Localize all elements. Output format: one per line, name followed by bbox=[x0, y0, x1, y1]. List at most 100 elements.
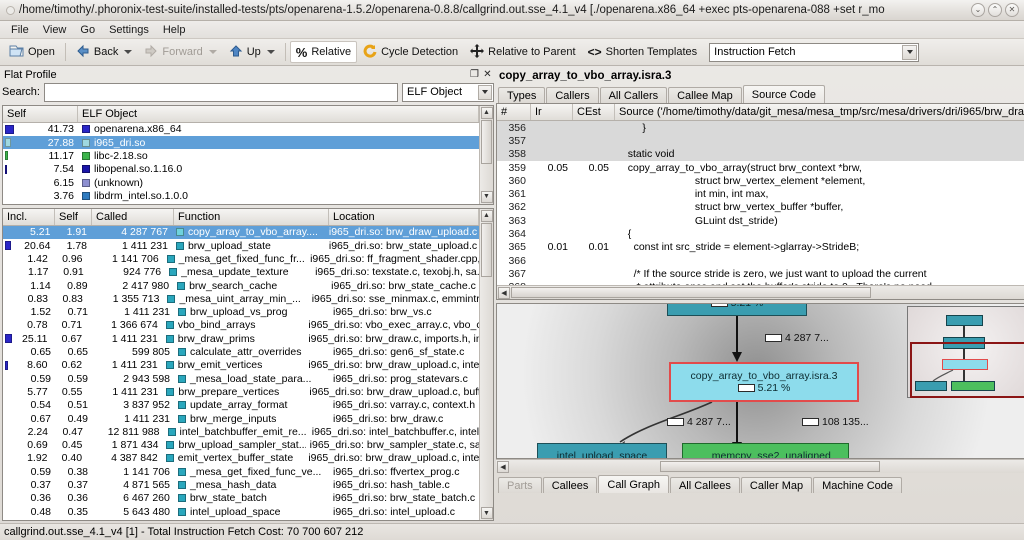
cycle-detection-toggle[interactable]: Cycle Detection bbox=[357, 41, 464, 63]
tab-callers[interactable]: Callers bbox=[546, 87, 599, 103]
function-row[interactable]: 0.83 0.83 1 355 713 _mesa_uint_array_min_..… bbox=[3, 292, 479, 305]
undock-icon[interactable]: ❐ bbox=[468, 69, 481, 80]
column-cest[interactable]: CEst bbox=[573, 104, 615, 120]
hscroll-thumb[interactable] bbox=[511, 287, 871, 298]
scroll-down-icon[interactable]: ▼ bbox=[480, 507, 493, 519]
elf-object-row[interactable]: 27.88 i965_dri.so bbox=[3, 136, 479, 150]
relative-to-parent-toggle[interactable]: Relative to Parent bbox=[464, 41, 581, 63]
source-line[interactable]: 362 struct brw_vertex_buffer *buffer, bbox=[497, 201, 1024, 214]
open-button[interactable]: Open bbox=[3, 41, 61, 63]
source-line[interactable]: 360 struct brw_vertex_element *element, bbox=[497, 174, 1024, 187]
source-line[interactable]: 357 bbox=[497, 134, 1024, 148]
elf-object-row[interactable]: 7.54 libopenal.so.1.16.0 bbox=[3, 163, 479, 176]
column-location[interactable]: Location bbox=[329, 208, 479, 225]
column-function[interactable]: Function bbox=[174, 208, 329, 225]
elf-object-row[interactable]: 0.84 libpthread-2.18.so bbox=[3, 203, 479, 204]
function-table-scrollbar[interactable]: ▲ ▼ bbox=[479, 208, 493, 520]
column-ir[interactable]: Ir bbox=[531, 104, 573, 120]
tab-machine-code[interactable]: Machine Code bbox=[813, 477, 903, 493]
function-row[interactable]: 0.59 0.38 1 141 706 _mesa_get_fixed_func_ve… bbox=[3, 465, 479, 478]
tab-types[interactable]: Types bbox=[498, 87, 546, 103]
source-line[interactable]: 367 /* If the source stride is zero, we … bbox=[497, 267, 1024, 280]
function-row[interactable]: 0.59 0.59 2 943 598 _mesa_load_state_para..… bbox=[3, 372, 479, 385]
graph-node-intel-upload-space[interactable]: intel_upload_space 0.36 % bbox=[537, 443, 667, 458]
scroll-thumb[interactable] bbox=[481, 119, 492, 164]
call-graph-hscrollbar[interactable]: ◀ ▶ bbox=[496, 459, 1024, 473]
tab-all-callers[interactable]: All Callers bbox=[599, 87, 668, 103]
back-dropdown-icon[interactable] bbox=[124, 50, 133, 54]
relative-toggle[interactable]: % Relative bbox=[289, 41, 358, 63]
function-row[interactable]: 0.36 0.36 6 467 260 brw_state_batch i965_dri… bbox=[3, 492, 479, 505]
column-self[interactable]: Self bbox=[3, 105, 78, 122]
source-line[interactable]: 356 } bbox=[497, 121, 1024, 135]
function-row[interactable]: 2.24 0.47 12 811 988 intel_batchbuffer_emit… bbox=[3, 425, 479, 438]
shorten-templates-toggle[interactable]: <> Shorten Templates bbox=[582, 41, 704, 63]
function-row[interactable]: 0.78 0.71 1 366 674 vbo_bind_arrays i965_dri… bbox=[3, 319, 479, 332]
elf-object-row[interactable]: 3.76 libdrm_intel.so.1.0.0 bbox=[3, 189, 479, 202]
tab-callees[interactable]: Callees bbox=[542, 477, 598, 493]
function-row[interactable]: 5.190.341 477 391 _mesa_update_state_loc.… bbox=[3, 518, 479, 520]
source-line[interactable]: 358 static void bbox=[497, 147, 1024, 161]
menu-go[interactable]: Go bbox=[73, 23, 102, 37]
scroll-left-icon[interactable]: ◀ bbox=[498, 286, 510, 299]
function-row[interactable]: 25.11 0.67 1 411 231 brw_draw_prims i965_dri… bbox=[3, 332, 479, 345]
source-line[interactable]: 364 { bbox=[497, 227, 1024, 240]
column-elf-object[interactable]: ELF Object bbox=[78, 105, 479, 122]
column-source[interactable]: Source ('/home/timothy/data/git_mesa/mes… bbox=[615, 104, 1024, 120]
column-incl[interactable]: Incl. bbox=[3, 208, 55, 225]
source-hscrollbar[interactable]: ◀ ▶ bbox=[497, 285, 1024, 299]
elf-object-row[interactable]: 41.73 openarena.x86_64 bbox=[3, 123, 479, 136]
source-line[interactable]: 359 0.05 0.05 copy_array_to_vbo_array(stru… bbox=[497, 161, 1024, 174]
back-button[interactable]: Back bbox=[70, 41, 138, 63]
function-row[interactable]: 0.67 0.49 1 411 231 brw_merge_inputs i965_dr… bbox=[3, 412, 479, 425]
up-dropdown-icon[interactable] bbox=[266, 50, 275, 54]
column-line-number[interactable]: # bbox=[497, 104, 531, 120]
event-type-combobox[interactable]: Instruction Fetch bbox=[709, 42, 920, 62]
grouping-combobox[interactable]: ELF Object bbox=[402, 82, 494, 102]
function-row[interactable]: 0.65 0.65 599 805 calculate_attr_overrides i… bbox=[3, 345, 479, 358]
source-line[interactable]: 368 * attribute once and set the buffer'… bbox=[497, 281, 1024, 285]
menu-help[interactable]: Help bbox=[156, 23, 193, 37]
tab-caller-map[interactable]: Caller Map bbox=[740, 477, 813, 493]
elf-object-scrollbar[interactable]: ▲ ▼ bbox=[479, 105, 493, 204]
function-row[interactable]: 1.42 0.96 1 141 706 _mesa_get_fixed_func_fr… bbox=[3, 252, 479, 265]
up-button[interactable]: Up bbox=[223, 41, 281, 63]
call-graph-minimap[interactable] bbox=[906, 306, 1024, 398]
function-row[interactable]: 5.77 0.55 1 411 231 brw_prepare_vertices i96… bbox=[3, 385, 479, 398]
minimize-button[interactable]: ⌄ bbox=[971, 3, 985, 17]
column-self[interactable]: Self bbox=[55, 208, 92, 225]
scroll-up-icon[interactable]: ▲ bbox=[480, 209, 493, 222]
close-panel-icon[interactable]: ✕ bbox=[481, 69, 494, 80]
function-row[interactable]: 1.17 0.91 924 776 _mesa_update_texture i965_… bbox=[3, 266, 479, 279]
grouping-dropdown-arrow[interactable] bbox=[478, 84, 492, 100]
menu-file[interactable]: File bbox=[4, 23, 36, 37]
function-row[interactable]: 5.21 1.91 4 287 767 copy_array_to_vbo_array… bbox=[3, 225, 479, 240]
source-line[interactable]: 365 0.01 0.01 const int src_stride = eleme… bbox=[497, 241, 1024, 254]
elf-object-row[interactable]: 6.15 (unknown) bbox=[3, 176, 479, 189]
function-row[interactable]: 1.52 0.71 1 411 231 brw_upload_vs_prog i965_… bbox=[3, 306, 479, 319]
scroll-thumb[interactable] bbox=[481, 222, 492, 277]
function-row[interactable]: 0.37 0.37 4 871 565 _mesa_hash_data i965_dri… bbox=[3, 478, 479, 491]
source-line[interactable]: 363 GLuint dst_stride) bbox=[497, 214, 1024, 227]
function-row[interactable]: 0.48 0.35 5 643 480 intel_upload_space i965_… bbox=[3, 505, 479, 518]
tab-source-code[interactable]: Source Code bbox=[742, 85, 825, 103]
function-row[interactable]: 0.54 0.51 3 837 952 update_array_format i965… bbox=[3, 399, 479, 412]
graph-node-memcpy[interactable]: __memcpy_sse2_unaligned 2.95 % bbox=[682, 443, 849, 458]
scroll-up-icon[interactable]: ▲ bbox=[480, 106, 493, 119]
hscroll-thumb[interactable] bbox=[660, 461, 880, 472]
event-type-dropdown-arrow[interactable] bbox=[902, 44, 918, 60]
function-row[interactable]: 8.60 0.62 1 411 231 brw_emit_vertices i965_d… bbox=[3, 359, 479, 372]
column-called[interactable]: Called bbox=[92, 208, 174, 225]
scroll-left-icon[interactable]: ◀ bbox=[497, 460, 509, 473]
function-row[interactable]: 20.64 1.78 1 411 231 brw_upload_state i965_d… bbox=[3, 239, 479, 252]
source-line[interactable]: 366 bbox=[497, 254, 1024, 267]
elf-object-row[interactable]: 11.17 libc-2.18.so bbox=[3, 149, 479, 162]
tab-all-callees[interactable]: All Callees bbox=[669, 477, 740, 493]
close-button[interactable]: ✕ bbox=[1005, 3, 1019, 17]
graph-node-current[interactable]: copy_array_to_vbo_array.isra.3 5.21 % bbox=[669, 362, 859, 402]
maximize-button[interactable]: ⌃ bbox=[988, 3, 1002, 17]
function-row[interactable]: 1.92 0.40 4 387 842 emit_vertex_buffer_stat… bbox=[3, 452, 479, 465]
tab-call-graph[interactable]: Call Graph bbox=[598, 475, 669, 493]
call-graph-canvas[interactable]: 5.21 % 4 287 7... copy_array_to_vbo_arra… bbox=[496, 303, 1024, 459]
function-row[interactable]: 1.14 0.89 2 417 980 brw_search_cache i965_dr… bbox=[3, 279, 479, 292]
